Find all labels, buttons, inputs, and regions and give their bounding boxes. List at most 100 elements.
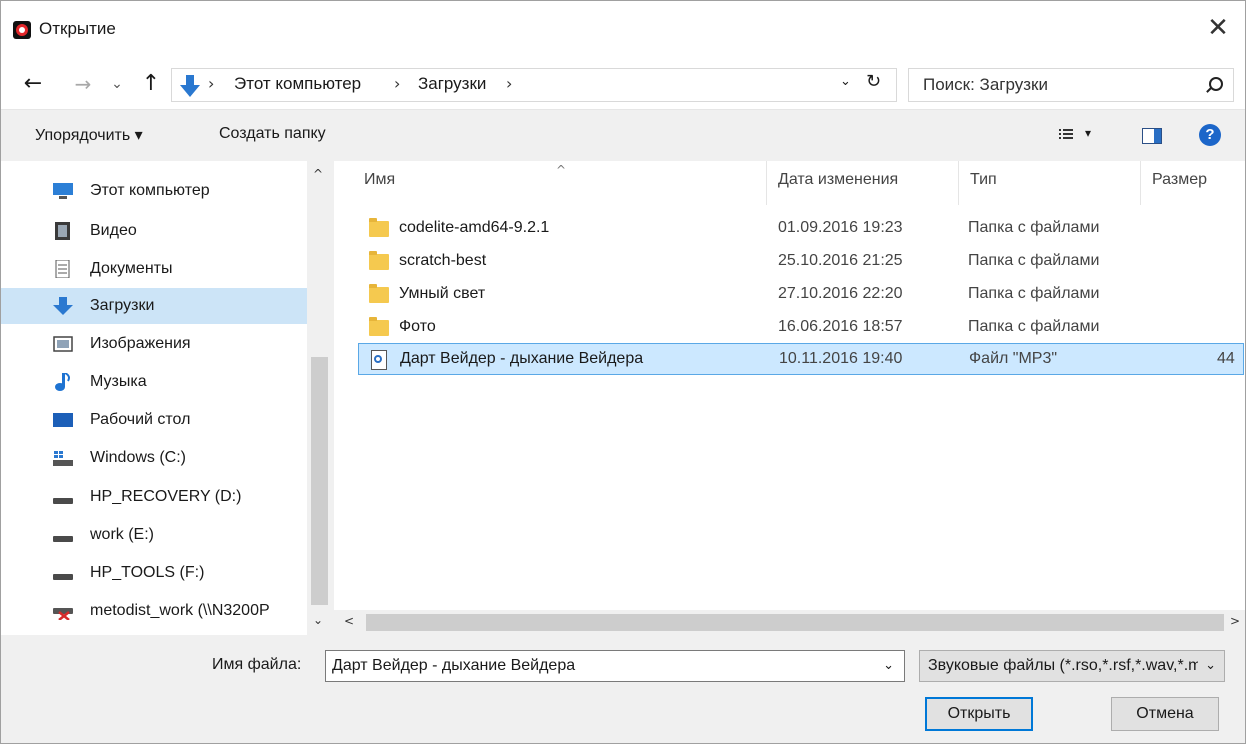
address-dropdown-icon[interactable]: ⌄ <box>840 74 851 89</box>
filename-value: Дарт Вейдер - дыхание Вейдера <box>332 657 576 674</box>
sidebar-item-label: Изображения <box>90 335 191 352</box>
navigation-bar: ← → ⌄ ↑ › Этот компьютер › Загрузки › ⌄ … <box>1 59 1245 109</box>
file-date: 01.09.2016 19:23 <box>778 219 903 236</box>
command-bar: Упорядочить ▾ Создать папку ▾ ? <box>1 109 1245 162</box>
file-row[interactable]: Фото 16.06.2016 18:57 Папка с файлами <box>358 312 1244 344</box>
cancel-button[interactable]: Отмена <box>1111 697 1219 731</box>
breadcrumb-separator: › <box>208 74 215 93</box>
breadcrumb-this-pc[interactable]: Этот компьютер <box>234 74 361 94</box>
filename-label: Имя файла: <box>212 656 302 673</box>
column-header-name[interactable]: Имя <box>364 171 395 189</box>
image-icon <box>53 336 73 352</box>
new-folder-button[interactable]: Создать папку <box>219 125 326 143</box>
organize-button[interactable]: Упорядочить ▾ <box>35 125 143 145</box>
folder-icon <box>369 218 389 237</box>
column-header-type[interactable]: Тип <box>970 171 997 189</box>
filename-input[interactable]: Дарт Вейдер - дыхание Вейдера ⌄ <box>325 650 905 682</box>
sidebar-item-music[interactable]: Музыка <box>1 364 307 400</box>
download-icon <box>53 297 73 315</box>
search-input[interactable]: Поиск: Загрузки <box>908 68 1234 102</box>
sidebar-item-label: HP_TOOLS (F:) <box>90 564 205 581</box>
sidebar-scroll-thumb[interactable] <box>311 357 328 605</box>
sort-ascending-icon: ^ <box>556 163 567 177</box>
filename-dropdown-icon[interactable]: ⌄ <box>883 658 894 673</box>
sidebar-item-drive-f[interactable]: HP_TOOLS (F:) <box>1 555 307 591</box>
network-drive-disconnected-icon <box>53 608 73 620</box>
sidebar-item-images[interactable]: Изображения <box>1 326 307 362</box>
download-location-icon <box>180 75 200 97</box>
column-header-date[interactable]: Дата изменения <box>778 171 898 189</box>
folder-icon <box>369 284 389 303</box>
sidebar-item-label: metodist_work (\\N3200P <box>90 602 270 619</box>
chevron-down-icon[interactable]: ⌄ <box>1205 658 1216 673</box>
breadcrumb-separator: › <box>394 74 401 93</box>
drive-icon <box>53 536 73 542</box>
drive-icon <box>53 574 73 580</box>
file-type: Файл "MP3" <box>969 350 1058 367</box>
file-type-filter-select[interactable]: Звуковые файлы (*.rso,*.rsf,*.wav,*.mp3)… <box>919 650 1225 682</box>
close-icon[interactable]: ✕ <box>1201 11 1235 45</box>
sidebar-item-drive-c[interactable]: Windows (C:) <box>1 440 307 476</box>
sidebar-item-drive-e[interactable]: work (E:) <box>1 517 307 553</box>
scroll-up-icon[interactable]: ^ <box>313 167 323 181</box>
sidebar-scrollbar[interactable]: ^ ⌄ <box>307 161 332 635</box>
scroll-down-icon[interactable]: ⌄ <box>313 613 323 627</box>
sidebar-item-documents[interactable]: Документы <box>1 251 307 287</box>
column-divider[interactable] <box>1140 161 1141 205</box>
file-size: 44 <box>1217 350 1235 367</box>
file-name: codelite-amd64-9.2.1 <box>399 219 550 236</box>
file-row[interactable]: codelite-amd64-9.2.1 01.09.2016 19:23 Па… <box>358 213 1244 245</box>
forward-icon[interactable]: → <box>71 69 95 99</box>
file-type: Папка с файлами <box>968 219 1100 236</box>
sidebar-item-label: work (E:) <box>90 526 154 543</box>
dialog-footer: Имя файла: Дарт Вейдер - дыхание Вейдера… <box>1 635 1245 743</box>
file-list-horizontal-scrollbar[interactable]: < > <box>334 610 1245 635</box>
column-divider[interactable] <box>958 161 959 205</box>
refresh-icon[interactable]: ↻ <box>866 71 881 92</box>
file-name: Дарт Вейдер - дыхание Вейдера <box>400 350 644 367</box>
file-row[interactable]: Умный свет 27.10.2016 22:20 Папка с файл… <box>358 279 1244 311</box>
column-divider[interactable] <box>766 161 767 205</box>
recent-locations-icon[interactable]: ⌄ <box>107 69 127 99</box>
file-row[interactable]: scratch-best 25.10.2016 21:25 Папка с фа… <box>358 246 1244 278</box>
sidebar-item-video[interactable]: Видео <box>1 213 307 249</box>
horizontal-scroll-thumb[interactable] <box>366 614 1224 631</box>
view-options-dropdown-icon[interactable]: ▾ <box>1085 126 1091 140</box>
document-icon <box>55 260 70 278</box>
help-icon[interactable]: ? <box>1199 124 1221 146</box>
scroll-right-icon[interactable]: > <box>1230 614 1240 628</box>
sidebar-item-label: Рабочий стол <box>90 411 191 428</box>
address-bar[interactable]: › Этот компьютер › Загрузки › ⌄ ↻ <box>171 68 897 102</box>
search-placeholder: Поиск: Загрузки <box>923 75 1048 94</box>
view-options-icon[interactable] <box>1059 128 1077 142</box>
desktop-icon <box>53 413 73 427</box>
sidebar-item-label: Музыка <box>90 373 147 390</box>
column-header-size[interactable]: Размер <box>1152 171 1207 189</box>
sidebar-item-label: Этот компьютер <box>90 182 210 199</box>
sidebar-item-desktop[interactable]: Рабочий стол <box>1 402 307 438</box>
sidebar-item-label: Документы <box>90 260 173 277</box>
file-date: 10.11.2016 19:40 <box>779 350 903 367</box>
music-icon <box>55 373 70 391</box>
breadcrumb-separator: › <box>506 74 513 93</box>
file-name: Фото <box>399 318 436 335</box>
breadcrumb-downloads[interactable]: Загрузки <box>418 74 486 94</box>
sidebar-item-network-drive[interactable]: metodist_work (\\N3200P <box>1 593 307 629</box>
sidebar-item-downloads[interactable]: Загрузки <box>1 288 307 324</box>
open-button[interactable]: Открыть <box>925 697 1033 731</box>
scroll-left-icon[interactable]: < <box>344 614 354 628</box>
video-icon <box>55 222 70 240</box>
app-icon <box>13 21 31 39</box>
folder-icon <box>369 317 389 336</box>
sidebar-item-drive-d[interactable]: HP_RECOVERY (D:) <box>1 479 307 515</box>
up-icon[interactable]: ↑ <box>139 69 163 99</box>
file-row-selected[interactable]: Дарт Вейдер - дыхание Вейдера 10.11.2016… <box>358 343 1244 375</box>
sidebar-item-label: Видео <box>90 222 137 239</box>
file-name: scratch-best <box>399 252 487 269</box>
preview-pane-icon[interactable] <box>1142 128 1162 144</box>
computer-icon <box>53 183 73 199</box>
search-icon[interactable] <box>1209 77 1223 91</box>
sidebar-item-label: HP_RECOVERY (D:) <box>90 488 242 505</box>
back-icon[interactable]: ← <box>19 69 47 99</box>
sidebar-item-this-pc[interactable]: Этот компьютер <box>1 173 307 209</box>
